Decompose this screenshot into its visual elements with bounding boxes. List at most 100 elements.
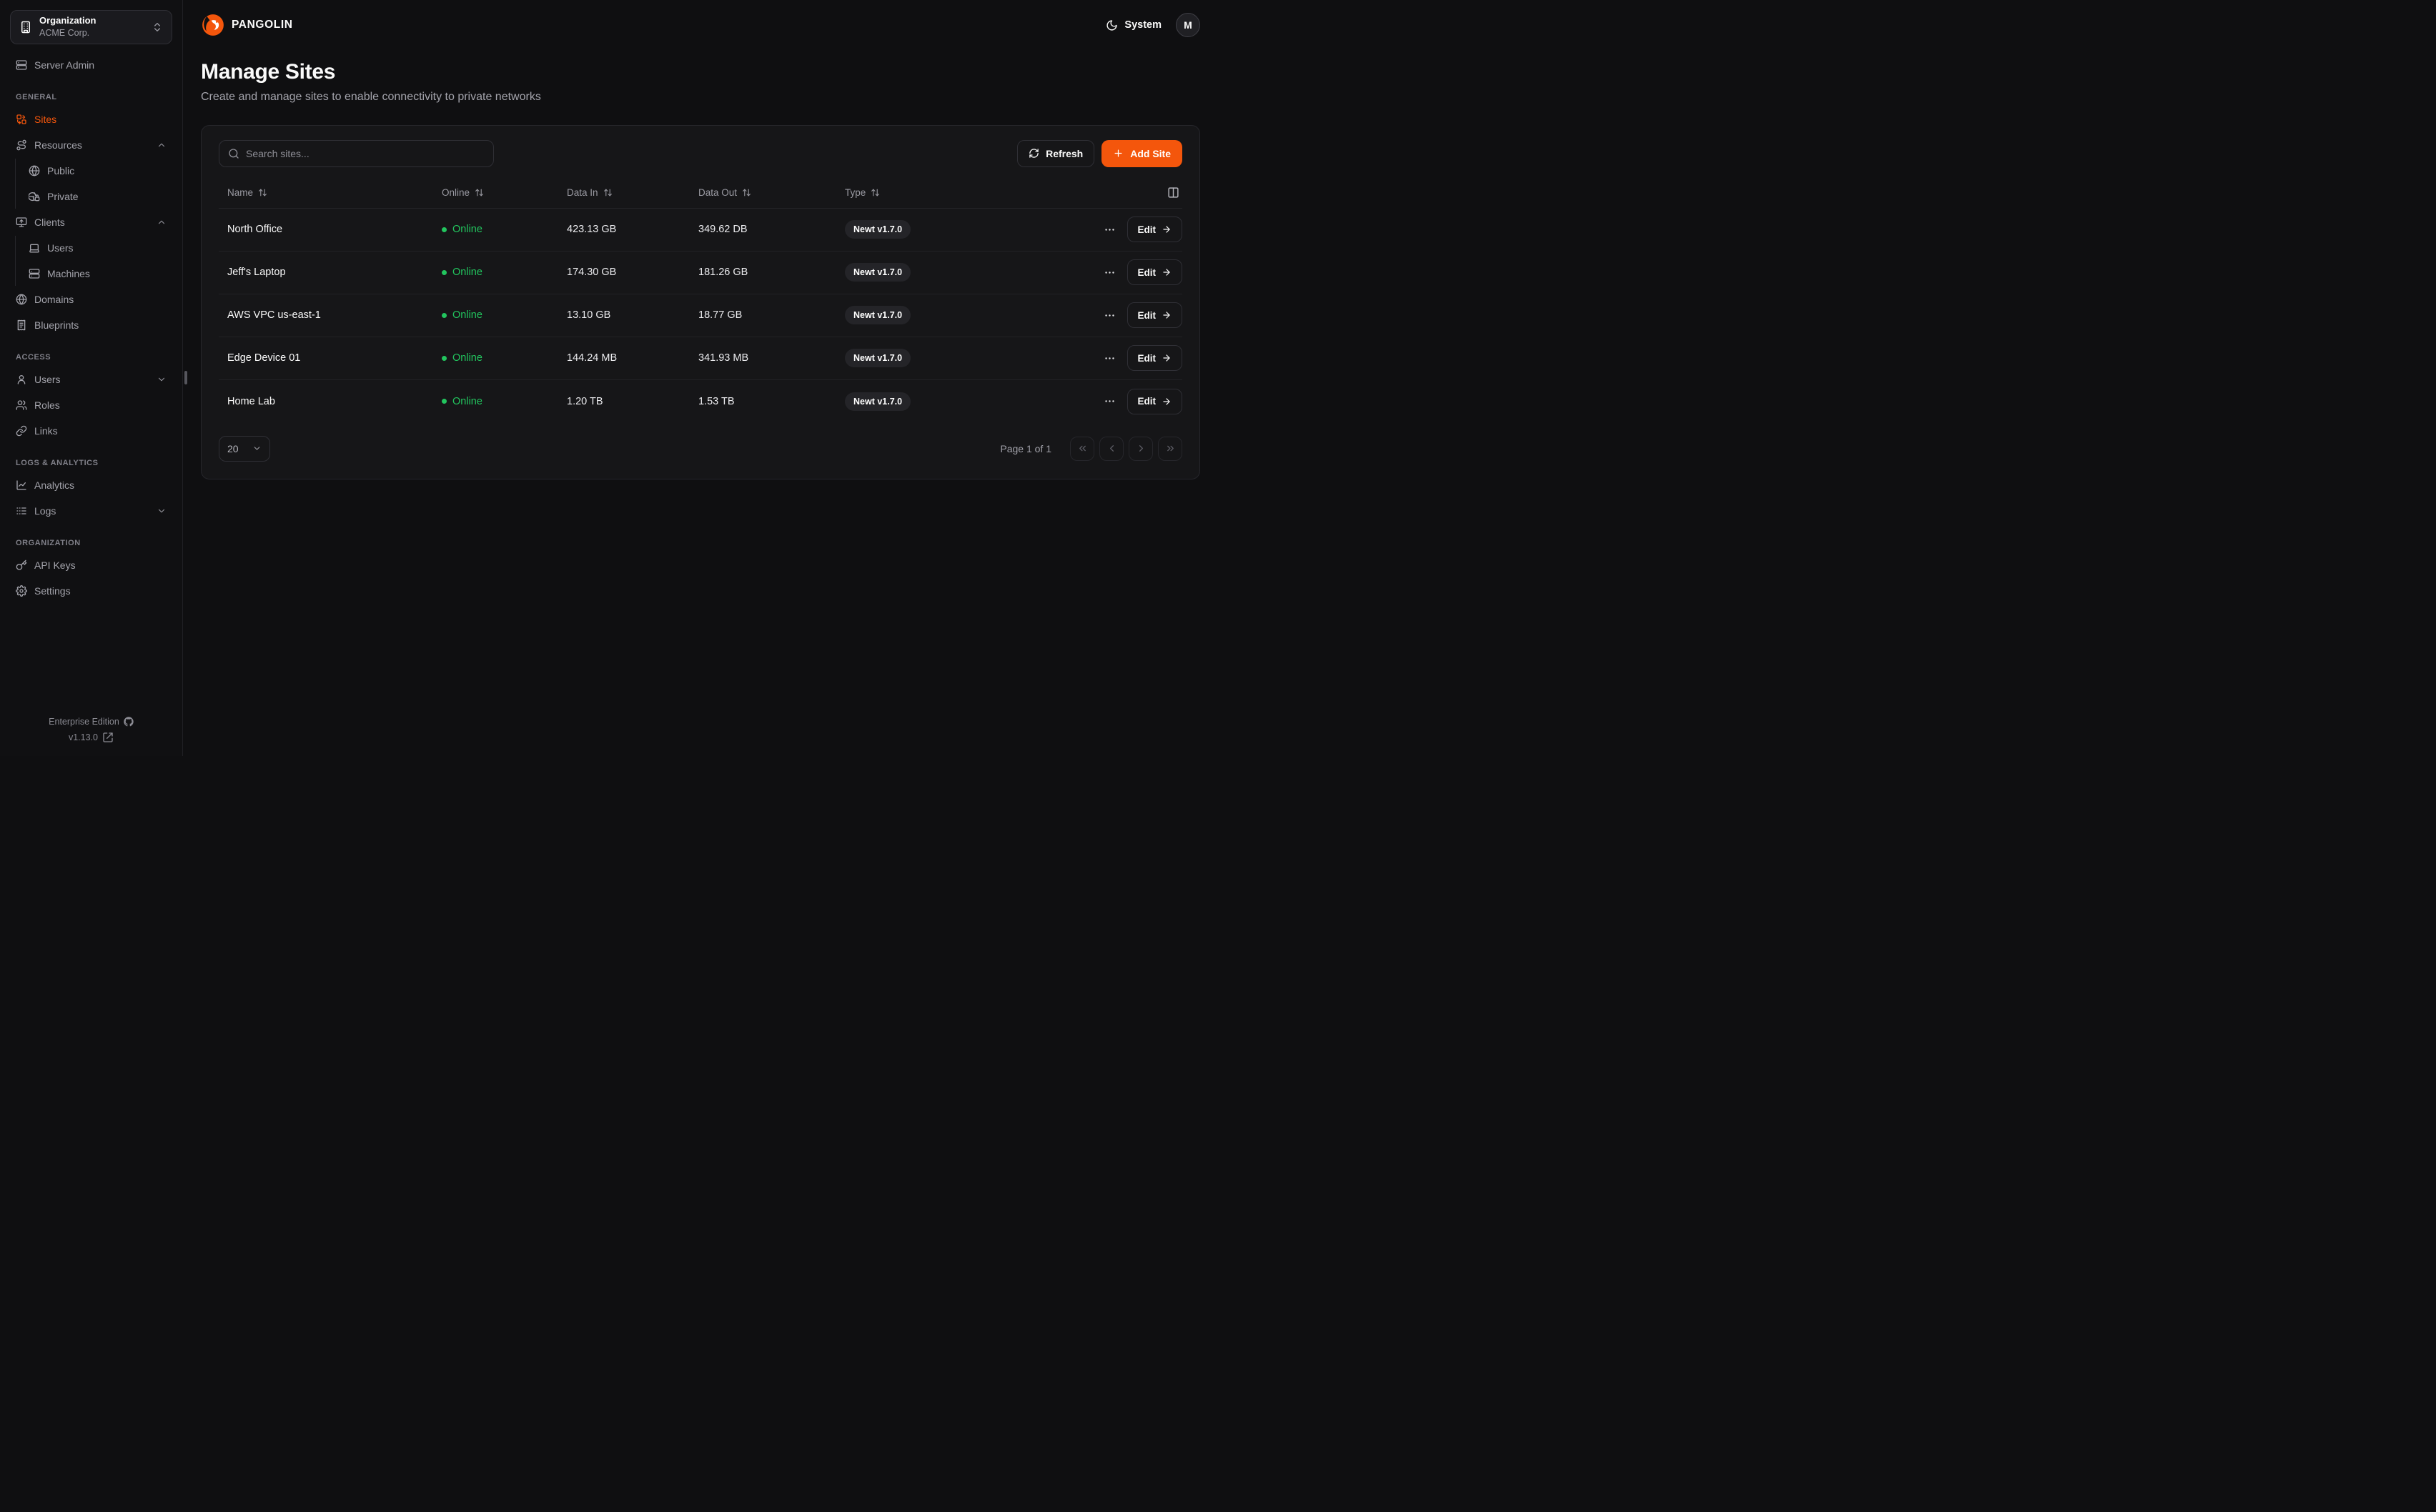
sidebar-item-resources[interactable]: Resources [9, 133, 174, 157]
table-row: AWS VPC us-east-1 Online 13.10 GB 18.77 … [219, 294, 1182, 337]
sidebar-item-label: Private [47, 191, 79, 202]
column-header-label: Data Out [698, 187, 737, 198]
next-page-button[interactable] [1129, 437, 1153, 461]
sidebar-section: ACCESS Users Roles Links [0, 337, 182, 443]
sidebar-item-links[interactable]: Links [9, 419, 174, 443]
sidebar-item-users[interactable]: Users [21, 236, 174, 260]
topbar: PANGOLIN System M [201, 0, 1200, 50]
site-data-in: 1.20 TB [558, 396, 690, 407]
sidebar-section-label: ACCESS [9, 337, 174, 367]
sidebar-item-label: Resources [34, 139, 82, 151]
key-icon [16, 559, 27, 571]
sidebar-item-roles[interactable]: Roles [9, 393, 174, 417]
sort-icon[interactable] [742, 188, 751, 197]
brand[interactable]: PANGOLIN [201, 13, 293, 37]
building-icon [19, 21, 32, 34]
site-name: Edge Device 01 [219, 352, 433, 364]
sort-icon[interactable] [258, 188, 267, 197]
plus-icon [1113, 148, 1124, 159]
sidebar-item-analytics[interactable]: Analytics [9, 473, 174, 497]
arrow-right-icon [1162, 397, 1172, 407]
last-page-button[interactable] [1158, 437, 1182, 461]
theme-label: System [1124, 19, 1162, 31]
page-size-select[interactable]: 20 [219, 436, 270, 462]
first-page-button[interactable] [1070, 437, 1094, 461]
status-label: Online [452, 224, 482, 235]
edit-button[interactable]: Edit [1127, 259, 1183, 285]
sidebar-item-label: Analytics [34, 479, 74, 491]
row-menu-button[interactable] [1104, 352, 1116, 364]
column-header-data-in[interactable]: Data In [558, 187, 690, 198]
status-badge: Online [442, 267, 482, 278]
sidebar-item-sites[interactable]: Sites [9, 107, 174, 131]
status-badge: Online [442, 352, 482, 364]
receipt-icon [16, 319, 27, 331]
site-data-in: 13.10 GB [558, 309, 690, 321]
main-content: PANGOLIN System M Manage Sites Create an… [183, 0, 1218, 756]
chevron-up-icon [157, 140, 167, 150]
row-menu-button[interactable] [1104, 395, 1116, 407]
org-switcher[interactable]: Organization ACME Corp. [10, 10, 172, 44]
sites-icon [16, 114, 27, 125]
version-label: v1.13.0 [69, 732, 98, 742]
sidebar-item-users[interactable]: Users [9, 367, 174, 392]
sidebar-item-label: Clients [34, 217, 65, 228]
sidebar-section-label: GENERAL [9, 77, 174, 107]
sidebar-item-private[interactable]: Private [21, 184, 174, 209]
status-label: Online [452, 309, 482, 321]
search-box[interactable] [219, 140, 494, 167]
row-menu-button[interactable] [1104, 267, 1116, 279]
version-link[interactable]: v1.13.0 [0, 732, 182, 743]
refresh-button[interactable]: Refresh [1017, 140, 1094, 167]
arrow-right-icon [1162, 267, 1172, 277]
add-site-button[interactable]: Add Site [1101, 140, 1182, 167]
row-menu-button[interactable] [1104, 224, 1116, 236]
column-header-label: Name [227, 187, 253, 198]
sort-icon[interactable] [603, 188, 613, 197]
prev-page-button[interactable] [1099, 437, 1124, 461]
chevron-down-icon [252, 444, 262, 453]
sidebar-item-api-keys[interactable]: API Keys [9, 553, 174, 577]
sidebar-item-label: Blueprints [34, 319, 79, 331]
row-menu-button[interactable] [1104, 309, 1116, 322]
column-header-online[interactable]: Online [433, 187, 558, 198]
sidebar-item-logs[interactable]: Logs [9, 499, 174, 523]
github-icon[interactable] [124, 717, 134, 727]
online-dot-icon [442, 313, 447, 318]
column-header-label: Data In [567, 187, 598, 198]
sidebar-item-blueprints[interactable]: Blueprints [9, 313, 174, 337]
sidebar-item-clients[interactable]: Clients [9, 210, 174, 234]
chevron-down-icon [157, 374, 167, 384]
sidebar-scrollbar-thumb[interactable] [184, 371, 187, 384]
sidebar-item-domains[interactable]: Domains [9, 287, 174, 312]
table-row: Jeff's Laptop Online 174.30 GB 181.26 GB… [219, 252, 1182, 294]
table-body: North Office Online 423.13 GB 349.62 DB … [219, 209, 1182, 423]
sidebar-item-label: Server Admin [34, 59, 94, 71]
column-header-type[interactable]: Type [836, 187, 1021, 198]
sort-icon[interactable] [871, 188, 880, 197]
column-header-name[interactable]: Name [219, 187, 433, 198]
edition-label: Enterprise Edition [49, 717, 119, 727]
site-name: AWS VPC us-east-1 [219, 309, 433, 321]
sidebar-item-label: Roles [34, 399, 60, 411]
sidebar-item-public[interactable]: Public [21, 159, 174, 183]
online-dot-icon [442, 270, 447, 275]
edit-button[interactable]: Edit [1127, 389, 1183, 414]
sidebar-item-machines[interactable]: Machines [21, 262, 174, 286]
avatar[interactable]: M [1176, 13, 1200, 37]
sidebar-section: GENERAL Sites Resources Public Private C… [0, 77, 182, 337]
sidebar-item-server-admin[interactable]: Server Admin [9, 53, 174, 77]
theme-toggle[interactable]: System [1106, 19, 1162, 31]
column-header-data-out[interactable]: Data Out [690, 187, 836, 198]
edit-button[interactable]: Edit [1127, 217, 1183, 242]
sidebar-item-settings[interactable]: Settings [9, 579, 174, 603]
globe-icon [16, 294, 27, 305]
online-dot-icon [442, 399, 447, 404]
page-head: Manage Sites Create and manage sites to … [201, 60, 1200, 104]
edit-button[interactable]: Edit [1127, 302, 1183, 328]
search-input[interactable] [246, 148, 485, 159]
sort-icon[interactable] [475, 188, 484, 197]
column-visibility-button[interactable] [1167, 186, 1179, 199]
edit-button[interactable]: Edit [1127, 345, 1183, 371]
site-data-out: 341.93 MB [690, 352, 836, 364]
